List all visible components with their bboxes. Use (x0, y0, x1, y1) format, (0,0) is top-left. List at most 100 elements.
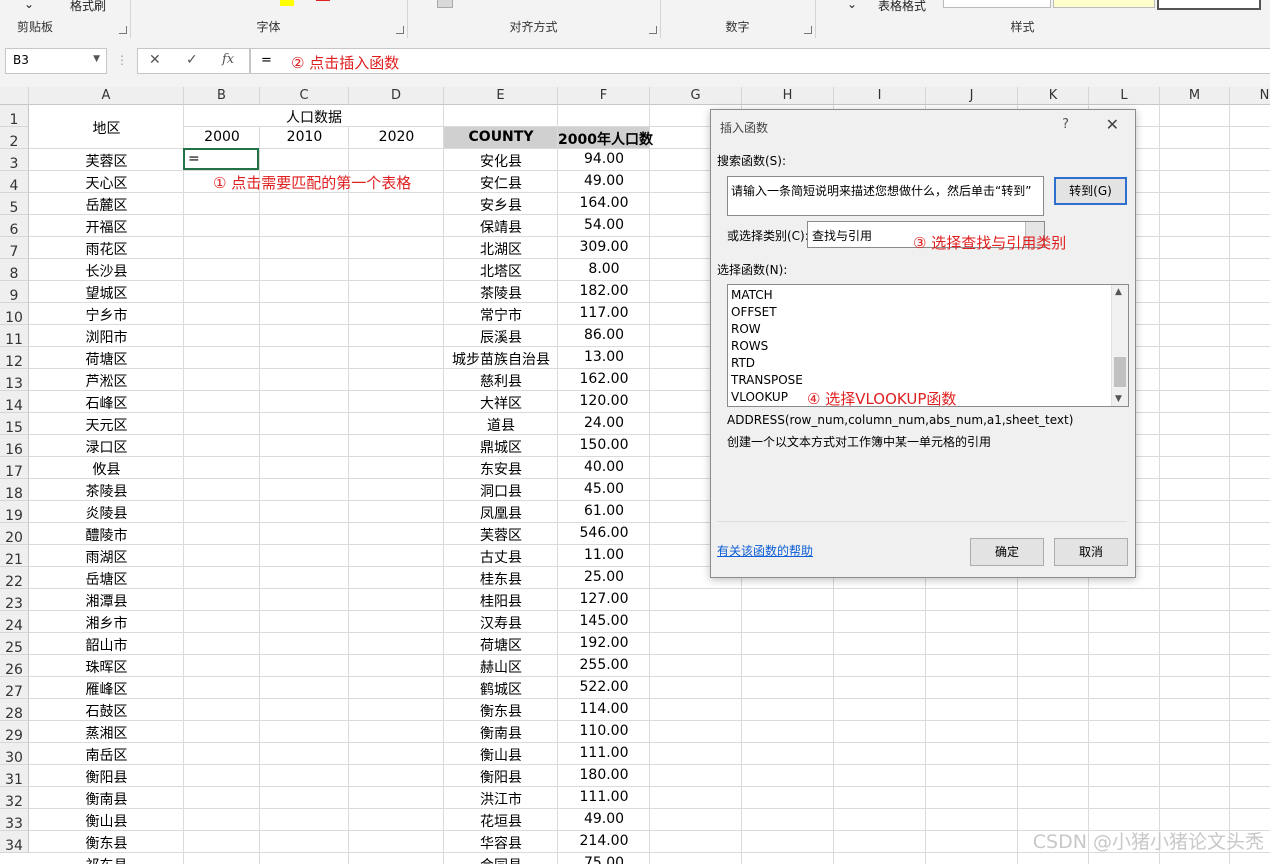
county-cell[interactable]: 会同县 (444, 855, 558, 864)
county-cell[interactable]: 桂东县 (444, 569, 558, 589)
cancel-button[interactable]: 取消 (1054, 538, 1128, 566)
region-cell[interactable]: 长沙县 (29, 261, 184, 281)
row-header-1[interactable]: 1 (0, 105, 29, 128)
row-header-13[interactable]: 13 (0, 369, 29, 392)
dialog-launcher-icon[interactable] (119, 26, 127, 34)
year-header[interactable]: 2020 (349, 129, 444, 145)
region-cell[interactable]: 石峰区 (29, 393, 184, 413)
row-header-30[interactable]: 30 (0, 743, 29, 766)
population-cell[interactable]: 214.00 (558, 833, 650, 849)
population-cell[interactable]: 110.00 (558, 723, 650, 739)
region-cell[interactable]: 芦淞区 (29, 371, 184, 391)
population-cell[interactable]: 546.00 (558, 525, 650, 541)
format-painter-button[interactable]: 格式刷 (70, 0, 106, 14)
column-header-h[interactable]: H (742, 87, 834, 105)
function-list-scrollbar[interactable]: ▲ ▼ (1111, 285, 1128, 406)
population-cell[interactable]: 45.00 (558, 481, 650, 497)
population-cell[interactable]: 522.00 (558, 679, 650, 695)
county-cell[interactable]: 北塔区 (444, 261, 558, 281)
population-cell[interactable]: 182.00 (558, 283, 650, 299)
county-cell[interactable]: 安乡县 (444, 195, 558, 215)
region-cell[interactable]: 天元区 (29, 415, 184, 435)
row-header-6[interactable]: 6 (0, 215, 29, 238)
cancel-icon[interactable]: ✕ (149, 52, 161, 68)
row-header-2[interactable]: 2 (0, 127, 29, 150)
region-cell[interactable]: 岳塘区 (29, 569, 184, 589)
region-cell[interactable]: 衡东县 (29, 833, 184, 853)
region-cell[interactable]: 衡阳县 (29, 767, 184, 787)
county-cell[interactable]: 大祥区 (444, 393, 558, 413)
county-cell[interactable]: 花垣县 (444, 811, 558, 831)
population-cell[interactable]: 49.00 (558, 173, 650, 189)
row-header-9[interactable]: 9 (0, 281, 29, 304)
ribbon-chevron-icon[interactable]: ⌄ (847, 0, 857, 11)
dialog-launcher-icon[interactable] (649, 26, 657, 34)
county-cell[interactable]: 华容县 (444, 833, 558, 853)
population-cell[interactable]: 164.00 (558, 195, 650, 211)
row-header-4[interactable]: 4 (0, 171, 29, 194)
region-cell[interactable]: 渌口区 (29, 437, 184, 457)
county-cell[interactable]: 道县 (444, 415, 558, 435)
population-cell[interactable]: 114.00 (558, 701, 650, 717)
row-header-14[interactable]: 14 (0, 391, 29, 414)
county-cell[interactable]: 东安县 (444, 459, 558, 479)
county-cell[interactable]: 衡山县 (444, 745, 558, 765)
county-cell[interactable]: 鹤城区 (444, 679, 558, 699)
font-color-icon[interactable] (316, 0, 330, 1)
region-cell[interactable]: 衡山县 (29, 811, 184, 831)
chevron-down-icon[interactable]: ▼ (93, 54, 100, 64)
row-header-10[interactable]: 10 (0, 303, 29, 326)
function-item[interactable]: ROW (731, 322, 761, 336)
region-cell[interactable]: 雁峰区 (29, 679, 184, 699)
column-header-b[interactable]: B (184, 87, 260, 105)
population-cell[interactable]: 13.00 (558, 349, 650, 365)
population-cell[interactable]: 25.00 (558, 569, 650, 585)
year-header[interactable]: 2000 (184, 129, 260, 145)
county-cell[interactable]: 衡阳县 (444, 767, 558, 787)
row-header-8[interactable]: 8 (0, 259, 29, 282)
fill-color-icon[interactable] (280, 0, 294, 6)
column-header-a[interactable]: A (29, 87, 184, 105)
county-header[interactable]: COUNTY (444, 129, 558, 145)
population-cell[interactable]: 255.00 (558, 657, 650, 673)
population-cell[interactable]: 150.00 (558, 437, 650, 453)
function-list[interactable]: MATCH OFFSET ROW ROWS RTD TRANSPOSE VLOO… (727, 284, 1129, 407)
region-cell[interactable]: 湘潭县 (29, 591, 184, 611)
enter-icon[interactable]: ✓ (186, 52, 198, 68)
formula-input[interactable]: = ② 点击插入函数 (250, 48, 1270, 74)
county-cell[interactable]: 荷塘区 (444, 635, 558, 655)
population-cell[interactable]: 24.00 (558, 415, 650, 431)
county-cell[interactable]: 衡南县 (444, 723, 558, 743)
region-cell[interactable]: 攸县 (29, 459, 184, 479)
scroll-up-icon[interactable]: ▲ (1115, 287, 1122, 297)
county-cell[interactable]: 茶陵县 (444, 283, 558, 303)
row-header-20[interactable]: 20 (0, 523, 29, 546)
region-cell[interactable]: 天心区 (29, 173, 184, 193)
population-cell[interactable]: 61.00 (558, 503, 650, 519)
population-cell[interactable]: 180.00 (558, 767, 650, 783)
search-input[interactable]: 请输入一条简短说明来描述您想做什么，然后单击“转到” (727, 176, 1044, 216)
row-header-7[interactable]: 7 (0, 237, 29, 260)
row-header-23[interactable]: 23 (0, 589, 29, 612)
name-box[interactable]: B3 ▼ (5, 48, 107, 74)
population-cell[interactable]: 120.00 (558, 393, 650, 409)
row-header-11[interactable]: 11 (0, 325, 29, 348)
function-item[interactable]: RTD (731, 356, 755, 370)
region-cell[interactable]: 珠晖区 (29, 657, 184, 677)
help-icon[interactable]: ? (1062, 117, 1069, 132)
insert-function-icon[interactable]: fx (222, 52, 234, 67)
function-item[interactable]: TRANSPOSE (731, 373, 803, 387)
county-cell[interactable]: 桂阳县 (444, 591, 558, 611)
region-cell[interactable]: 荷塘区 (29, 349, 184, 369)
county-cell[interactable]: 洪江市 (444, 789, 558, 809)
function-item-vlookup[interactable]: VLOOKUP (731, 390, 788, 404)
region-cell[interactable]: 炎陵县 (29, 503, 184, 523)
population-data-header[interactable]: 人口数据 (184, 107, 444, 127)
county-cell[interactable]: 鼎城区 (444, 437, 558, 457)
row-header-3[interactable]: 3 (0, 149, 29, 172)
function-help-link[interactable]: 有关该函数的帮助 (717, 542, 813, 559)
region-cell[interactable]: 望城区 (29, 283, 184, 303)
population-2000-header[interactable]: 2000年人口数 (558, 129, 653, 149)
population-cell[interactable]: 8.00 (558, 261, 650, 277)
function-item[interactable]: MATCH (731, 288, 773, 302)
